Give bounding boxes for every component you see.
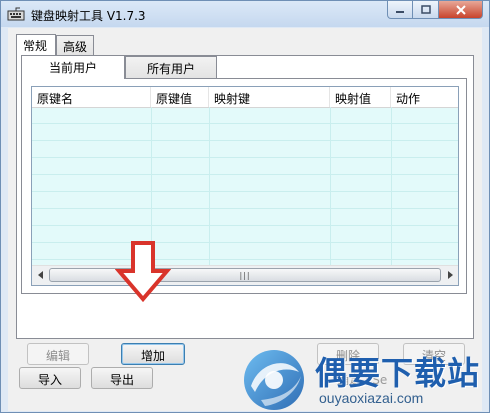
watermark-title: 偶要下载站 [315, 354, 481, 392]
title-bar[interactable]: 键盘映射工具 V1.7.3 [1, 1, 489, 27]
column-header-mapped-value[interactable]: 映射值 [330, 87, 391, 107]
column-header-source-key[interactable]: 原键名 [32, 87, 151, 107]
tab-general[interactable]: 常规 [16, 34, 56, 56]
site-watermark: 偶要下载站 ouyaoxiazai.com [241, 346, 489, 412]
close-button[interactable] [439, 1, 483, 19]
grid-line [32, 242, 458, 243]
scroll-right-button[interactable] [441, 266, 458, 284]
triangle-left-icon [37, 271, 43, 279]
list-body [32, 107, 458, 267]
column-header-action[interactable]: 动作 [391, 87, 458, 107]
grid-line [32, 123, 458, 124]
caption-buttons [387, 1, 483, 20]
down-arrow-annotation-icon [115, 241, 171, 303]
scroll-left-button[interactable] [32, 266, 49, 284]
grid-line [32, 140, 458, 141]
import-button[interactable]: 导入 [19, 367, 81, 389]
app-window: 键盘映射工具 V1.7.3 常规 高级 当前用户 所有用户 原键名 原键值 映射… [0, 0, 490, 413]
grid-line [209, 107, 210, 267]
column-header-source-value[interactable]: 原键值 [151, 87, 209, 107]
tab-advanced[interactable]: 高级 [56, 35, 94, 55]
grid-line [32, 208, 458, 209]
add-button[interactable]: 增加 [121, 343, 185, 365]
minimize-icon [396, 10, 404, 13]
export-button[interactable]: 导出 [91, 367, 153, 389]
triangle-right-icon [447, 271, 453, 279]
minimize-button[interactable] [387, 1, 413, 19]
site-logo-icon [244, 350, 304, 410]
watermark-url: ouyaoxiazai.com [319, 390, 424, 406]
general-tab-panel: 当前用户 所有用户 原键名 原键值 映射键 映射值 动作 ||| 编辑 增加 删… [16, 55, 474, 365]
grid-line [32, 225, 458, 226]
tab-all-users[interactable]: 所有用户 [125, 56, 217, 78]
grid-line [32, 174, 458, 175]
close-icon [455, 4, 466, 15]
grip-icon: ||| [239, 270, 251, 280]
maximize-icon [420, 5, 431, 14]
list-header: 原键名 原键值 映射键 映射值 动作 [32, 87, 458, 108]
mapping-list[interactable]: 原键名 原键值 映射键 映射值 动作 ||| [31, 86, 459, 286]
window-title: 键盘映射工具 V1.7.3 [31, 9, 146, 23]
grid-line [32, 191, 458, 192]
current-user-panel: 原键名 原键值 映射键 映射值 动作 ||| [21, 78, 467, 294]
horizontal-scrollbar[interactable]: ||| [32, 265, 458, 285]
scrollbar-thumb[interactable]: ||| [49, 268, 441, 282]
tab-current-user[interactable]: 当前用户 [21, 55, 125, 79]
keyboard-app-icon [7, 7, 25, 21]
maximize-button[interactable] [413, 1, 439, 19]
edit-button[interactable]: 编辑 [27, 343, 89, 365]
grid-line [32, 157, 458, 158]
column-header-mapped-key[interactable]: 映射键 [209, 87, 330, 107]
grid-line [391, 107, 392, 267]
grid-line [330, 107, 331, 267]
grid-line [32, 259, 458, 260]
